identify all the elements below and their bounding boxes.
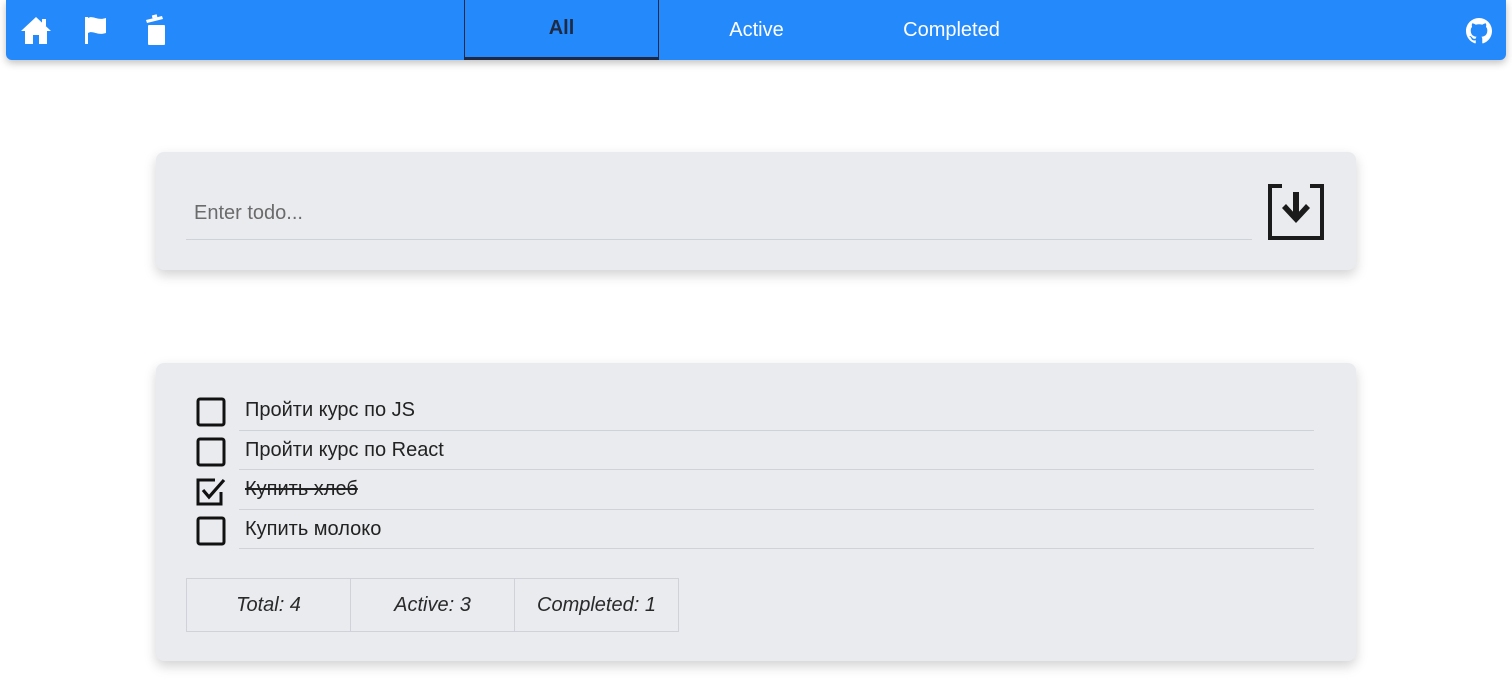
tab-completed[interactable]: Completed bbox=[854, 0, 1049, 60]
list-item: Купить хлеб bbox=[196, 470, 1314, 510]
tab-active[interactable]: Active bbox=[659, 0, 854, 60]
todo-text: Купить молоко bbox=[239, 510, 1314, 549]
add-todo-card bbox=[156, 152, 1356, 270]
stat-completed: Completed: 1 bbox=[514, 578, 679, 632]
todo-list-card: Пройти курс по JS Пройти курс по React К… bbox=[156, 363, 1356, 661]
flag-icon[interactable] bbox=[80, 14, 112, 46]
todo-list: Пройти курс по JS Пройти курс по React К… bbox=[196, 391, 1314, 549]
todo-text: Купить хлеб bbox=[239, 470, 1314, 510]
checkbox[interactable] bbox=[196, 397, 226, 427]
stat-active: Active: 3 bbox=[350, 578, 515, 632]
todo-stats: Total: 4 Active: 3 Completed: 1 bbox=[186, 578, 679, 632]
home-icon[interactable] bbox=[20, 14, 52, 46]
list-item: Купить молоко bbox=[196, 510, 1314, 549]
checkbox[interactable] bbox=[196, 516, 226, 546]
todo-text: Пройти курс по React bbox=[239, 431, 1314, 470]
trash-icon[interactable] bbox=[140, 14, 172, 46]
checked-checkbox-icon[interactable] bbox=[196, 476, 226, 506]
list-item: Пройти курс по React bbox=[196, 431, 1314, 470]
github-icon[interactable] bbox=[1466, 18, 1492, 44]
stat-total: Total: 4 bbox=[186, 578, 351, 632]
tab-all[interactable]: All bbox=[464, 0, 659, 60]
top-navbar: All Active Completed bbox=[6, 0, 1506, 60]
filter-tabs: All Active Completed bbox=[464, 0, 1049, 60]
todo-input[interactable] bbox=[186, 188, 1252, 240]
list-item: Пройти курс по JS bbox=[196, 391, 1314, 431]
checkbox[interactable] bbox=[196, 437, 226, 467]
todo-text: Пройти курс по JS bbox=[239, 391, 1314, 431]
download-icon[interactable] bbox=[1264, 180, 1328, 244]
